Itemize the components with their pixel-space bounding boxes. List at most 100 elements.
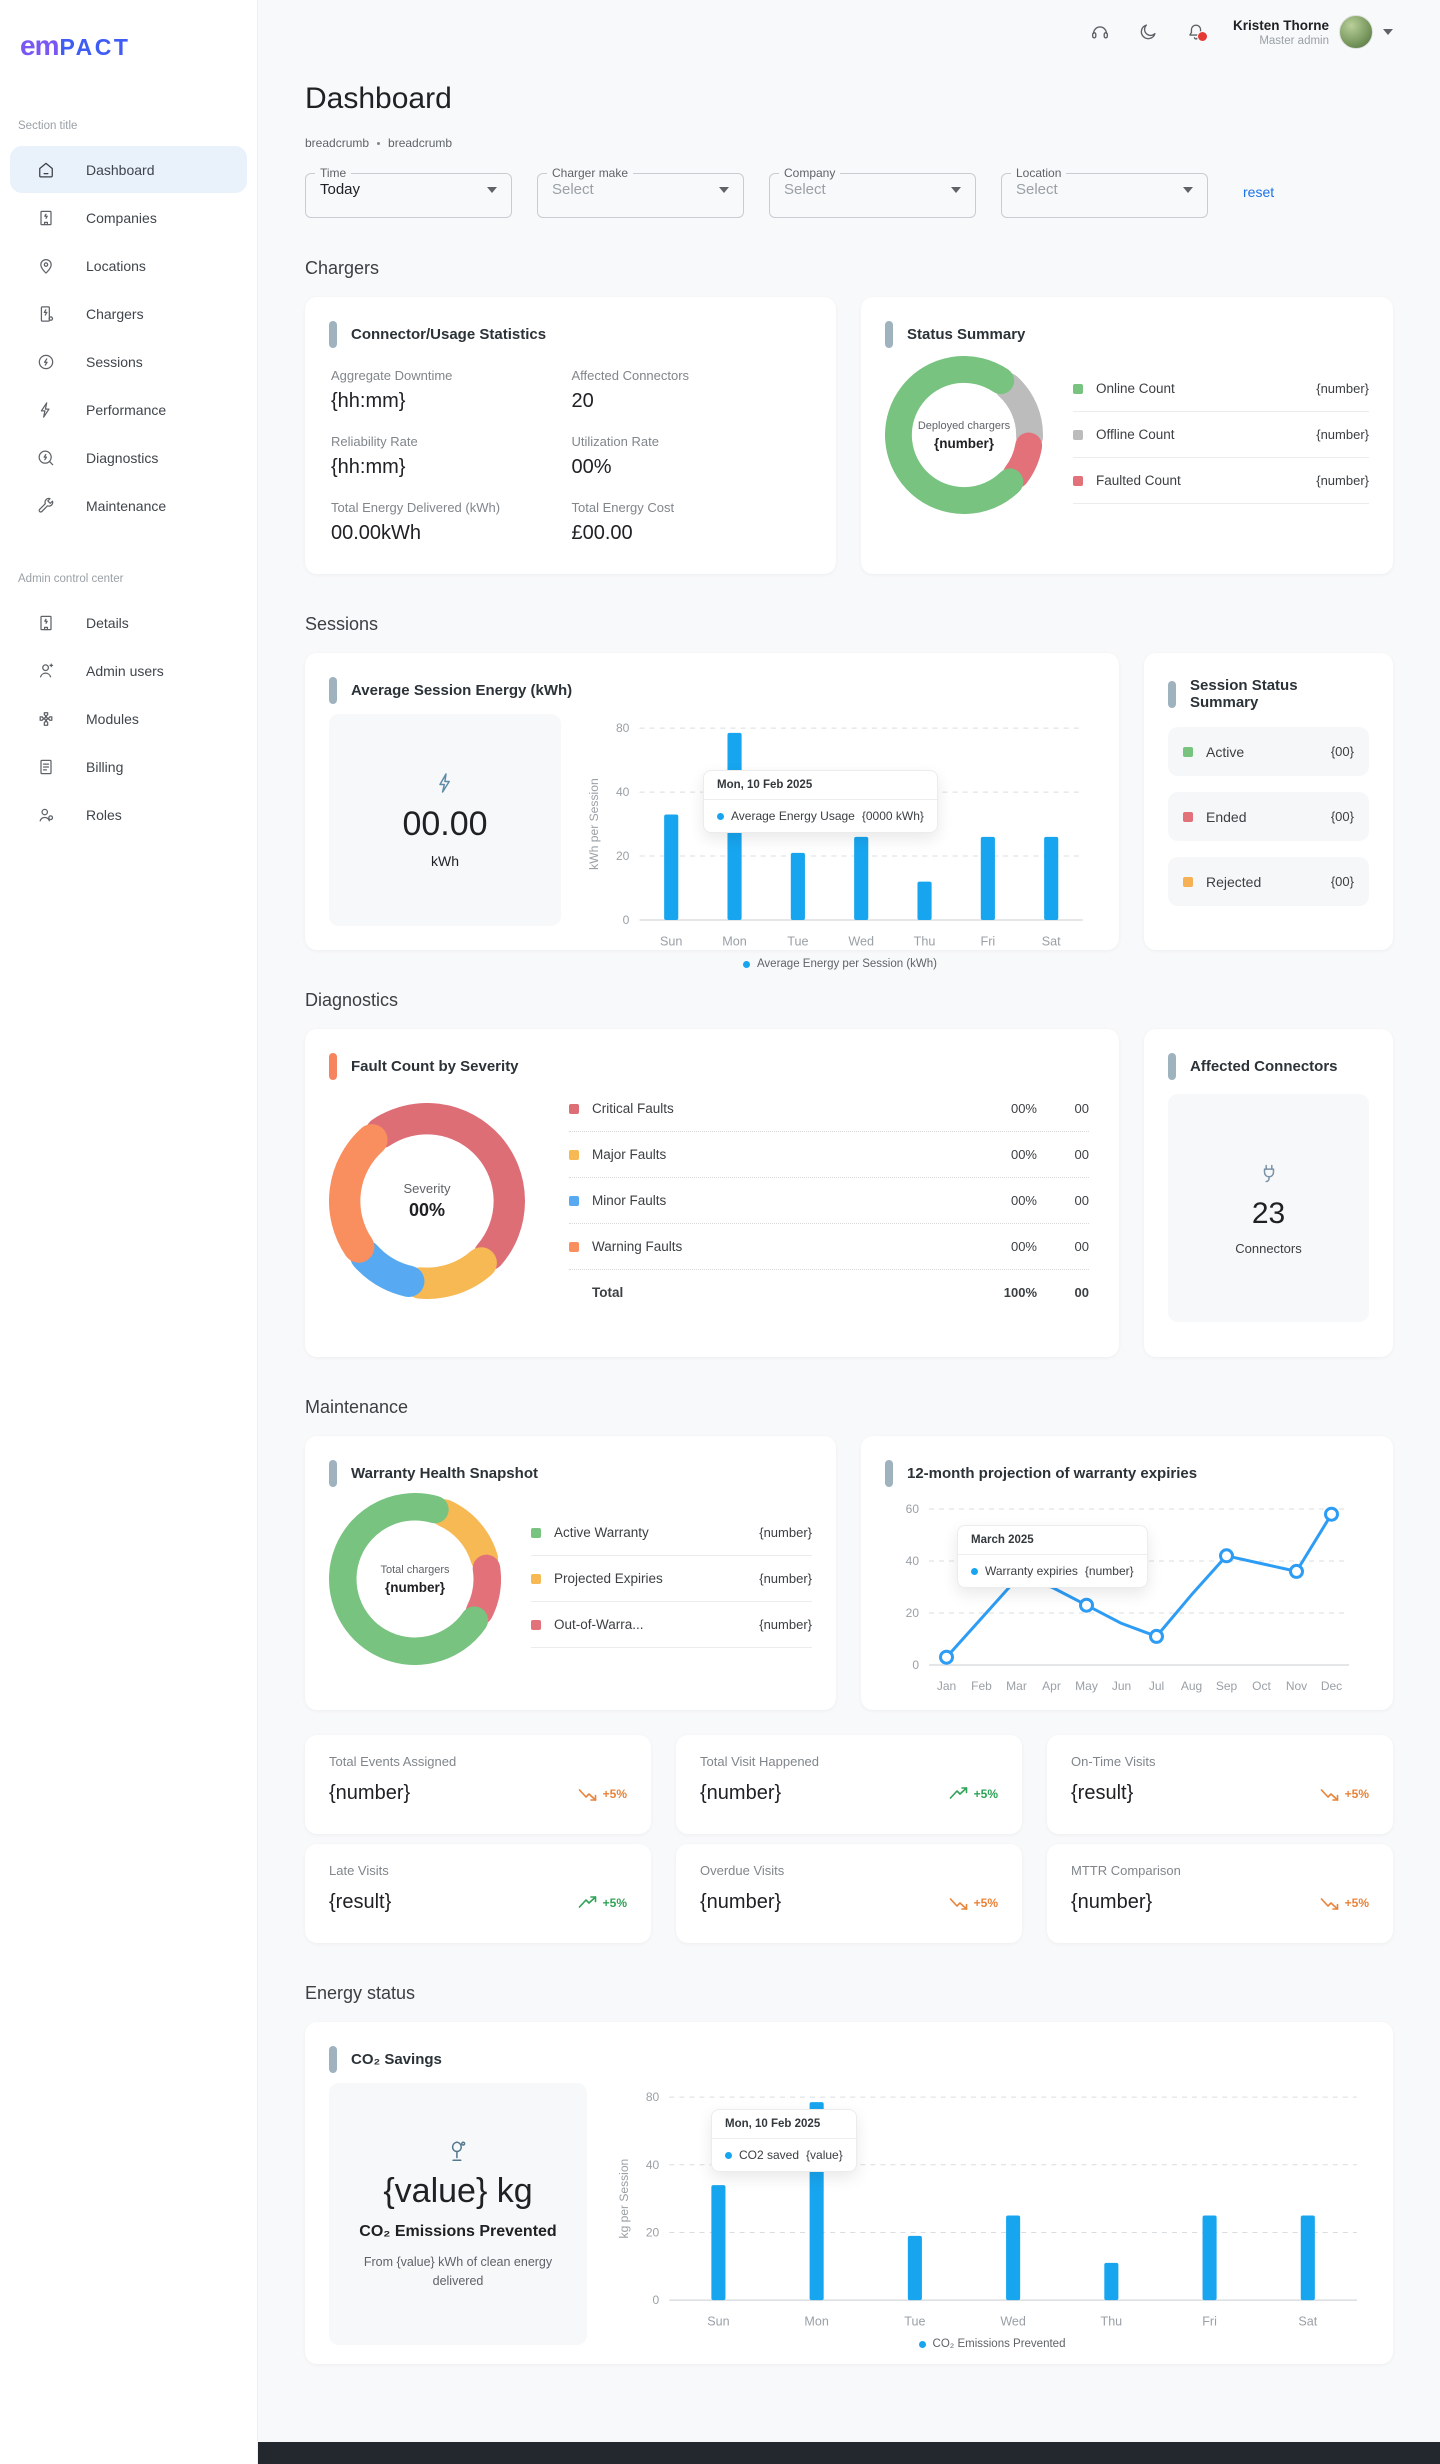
legend-row-active-warranty: Active Warranty {number} bbox=[531, 1510, 812, 1557]
chevron-down-icon bbox=[1183, 186, 1193, 193]
sidebar-admin-section-title: Admin control center bbox=[18, 573, 124, 585]
stat-card-mttr-comparison: MTTR Comparison {number} +5% bbox=[1047, 1844, 1393, 1944]
card-title-pill bbox=[885, 1460, 893, 1488]
legend-row-faulted: Faulted Count {number} bbox=[1073, 458, 1369, 505]
fault-row-critical: Critical Faults 00% 00 bbox=[569, 1086, 1089, 1133]
trend-indicator: +5% bbox=[1320, 1896, 1369, 1910]
legend-row-online: Online Count {number} bbox=[1073, 366, 1369, 413]
tree-icon bbox=[445, 2138, 471, 2164]
wrench-icon bbox=[36, 496, 56, 516]
card-title: CO₂ Savings bbox=[351, 2051, 442, 2069]
svg-text:Mon: Mon bbox=[722, 934, 747, 948]
brand-logo[interactable]: emPACT bbox=[0, 30, 257, 62]
stat-card-on-time-visits: On-Time Visits {result} +5% bbox=[1047, 1735, 1393, 1835]
chevron-down-icon bbox=[951, 186, 961, 193]
donut-center-label: Severity bbox=[403, 1180, 451, 1196]
trend-indicator: +5% bbox=[578, 1896, 627, 1910]
sidebar-item-companies[interactable]: Companies bbox=[10, 194, 247, 241]
session-status-active: Active {00} bbox=[1168, 727, 1369, 777]
sidebar-item-label: Roles bbox=[86, 806, 122, 823]
avatar[interactable] bbox=[1339, 15, 1373, 49]
support-headset-icon[interactable] bbox=[1089, 21, 1111, 43]
bottom-bar bbox=[258, 2442, 1440, 2464]
svg-text:Jul: Jul bbox=[1149, 1679, 1164, 1693]
svg-text:Tue: Tue bbox=[787, 934, 808, 948]
sidebar-item-performance[interactable]: Performance bbox=[10, 386, 247, 433]
session-status-summary-card: Session Status Summary Active {00} Ended{… bbox=[1144, 653, 1393, 951]
sidebar-item-modules[interactable]: Modules bbox=[10, 695, 247, 742]
dark-mode-moon-icon[interactable] bbox=[1137, 21, 1159, 43]
fault-row-major: Major Faults 00% 00 bbox=[569, 1132, 1089, 1179]
legend-dot bbox=[918, 2340, 926, 2348]
svg-text:kWh per Session: kWh per Session bbox=[587, 778, 601, 870]
stat-reliability-rate: Reliability Rate {hh:mm} bbox=[331, 434, 418, 479]
legend-dot bbox=[725, 2151, 732, 2159]
sidebar-item-chargers[interactable]: Chargers bbox=[10, 290, 247, 337]
stat-utilization-rate: Utilization Rate 00% bbox=[571, 434, 659, 479]
location-filter-select[interactable]: Location Select bbox=[1001, 166, 1208, 219]
stat-card-late-visits: Late Visits {result} +5% bbox=[305, 1844, 651, 1944]
svg-text:Wed: Wed bbox=[1000, 2314, 1026, 2328]
card-title: Warranty Health Snapshot bbox=[351, 1465, 538, 1483]
sidebar-item-roles[interactable]: Roles bbox=[10, 791, 247, 838]
session-energy-chart[interactable]: 0 20 40 80 kWh per Session Sun Mon Tue Wed Thu Fri… bbox=[585, 714, 1095, 970]
svg-text:Jun: Jun bbox=[1112, 1679, 1131, 1693]
sidebar-item-label: Admin users bbox=[86, 662, 164, 679]
sidebar-item-admin-users[interactable]: Admin users bbox=[10, 647, 247, 694]
sidebar-item-locations[interactable]: Locations bbox=[10, 242, 247, 289]
warranty-projection-chart[interactable]: 0 20 40 60 Jan Feb Mar Apr May Jun Jul Aug Sep Oct Nov… bbox=[885, 1493, 1369, 1699]
svg-text:Sat: Sat bbox=[1298, 2314, 1317, 2328]
affected-connectors-card: Affected Connectors 23 Connectors bbox=[1144, 1029, 1393, 1358]
warranty-health-snapshot-card: Warranty Health Snapshot Total chargers … bbox=[305, 1436, 836, 1711]
user-menu[interactable]: Kristen Thorne Master admin bbox=[1233, 15, 1393, 49]
session-status-ended: Ended {00} bbox=[1168, 792, 1369, 842]
co2-chart[interactable]: 0 20 40 80 kg per Session Sun Mon Tue Wed Thu Fri S… bbox=[615, 2083, 1369, 2350]
notifications-bell-icon[interactable] bbox=[1185, 21, 1208, 43]
sidebar-item-dashboard[interactable]: Dashboard bbox=[10, 146, 247, 193]
svg-text:80: 80 bbox=[616, 721, 630, 735]
stat-card-overdue-visits: Overdue Visits {number} +5% bbox=[676, 1844, 1022, 1944]
svg-text:Thu: Thu bbox=[914, 934, 936, 948]
chevron-down-icon bbox=[487, 186, 497, 193]
co2-savings-card: CO₂ Savings {value} kg CO₂ Emissions Pre… bbox=[305, 2022, 1393, 2365]
card-title: Average Session Energy (kWh) bbox=[351, 682, 573, 700]
stat-total-energy-cost: Total Energy Cost £00.00 bbox=[571, 500, 675, 545]
company-filter-label: Company bbox=[784, 166, 836, 181]
sidebar-item-label: Details bbox=[86, 614, 129, 631]
sidebar-section-title: Section title bbox=[18, 120, 78, 132]
building-icon bbox=[36, 613, 56, 633]
fault-row-warning: Warning Faults 00% 00 bbox=[569, 1224, 1089, 1271]
notification-badge bbox=[1196, 31, 1208, 42]
breadcrumb-item[interactable]: breadcrumb bbox=[388, 136, 452, 150]
sidebar-item-billing[interactable]: Billing bbox=[10, 743, 247, 790]
breadcrumb-item[interactable]: breadcrumb bbox=[305, 136, 369, 150]
sidebar-item-label: Companies bbox=[86, 209, 157, 226]
charger-make-filter-select[interactable]: Charger make Select bbox=[537, 166, 744, 219]
sidebar-item-label: Dashboard bbox=[86, 161, 155, 178]
time-filter-select[interactable]: Time Today bbox=[305, 166, 512, 219]
section-heading-energy-status: Energy status bbox=[305, 1983, 416, 2004]
fault-row-minor: Minor Faults 00% 00 bbox=[569, 1178, 1089, 1225]
card-title-pill bbox=[329, 1460, 337, 1488]
co2-note: From {value} kWh of clean energy deliver… bbox=[363, 2254, 553, 2288]
svg-text:Mon: Mon bbox=[804, 2314, 828, 2328]
company-filter-select[interactable]: Company Select bbox=[769, 166, 976, 219]
legend-dot bbox=[717, 812, 724, 820]
svg-text:40: 40 bbox=[616, 785, 630, 799]
chart-legend: Average Energy per Session (kWh) bbox=[585, 958, 1095, 970]
sidebar-item-label: Modules bbox=[86, 710, 139, 727]
bolt-icon bbox=[433, 771, 457, 795]
location-filter-value: Select bbox=[1016, 181, 1058, 199]
reset-filters-link[interactable]: reset bbox=[1243, 184, 1274, 200]
sidebar-item-sessions[interactable]: Sessions bbox=[10, 338, 247, 385]
sidebar-item-details[interactable]: Details bbox=[10, 599, 247, 646]
legend-dot bbox=[742, 960, 750, 968]
card-title: Status Summary bbox=[907, 326, 1026, 344]
svg-text:0: 0 bbox=[653, 2293, 660, 2307]
svg-text:Mar: Mar bbox=[1006, 1679, 1027, 1693]
sidebar-item-diagnostics[interactable]: Diagnostics bbox=[10, 434, 247, 481]
svg-text:0: 0 bbox=[912, 1658, 919, 1672]
sidebar-item-maintenance[interactable]: Maintenance bbox=[10, 482, 247, 529]
session-energy-unit: kWh bbox=[431, 853, 459, 870]
sidebar-item-label: Sessions bbox=[86, 353, 143, 370]
